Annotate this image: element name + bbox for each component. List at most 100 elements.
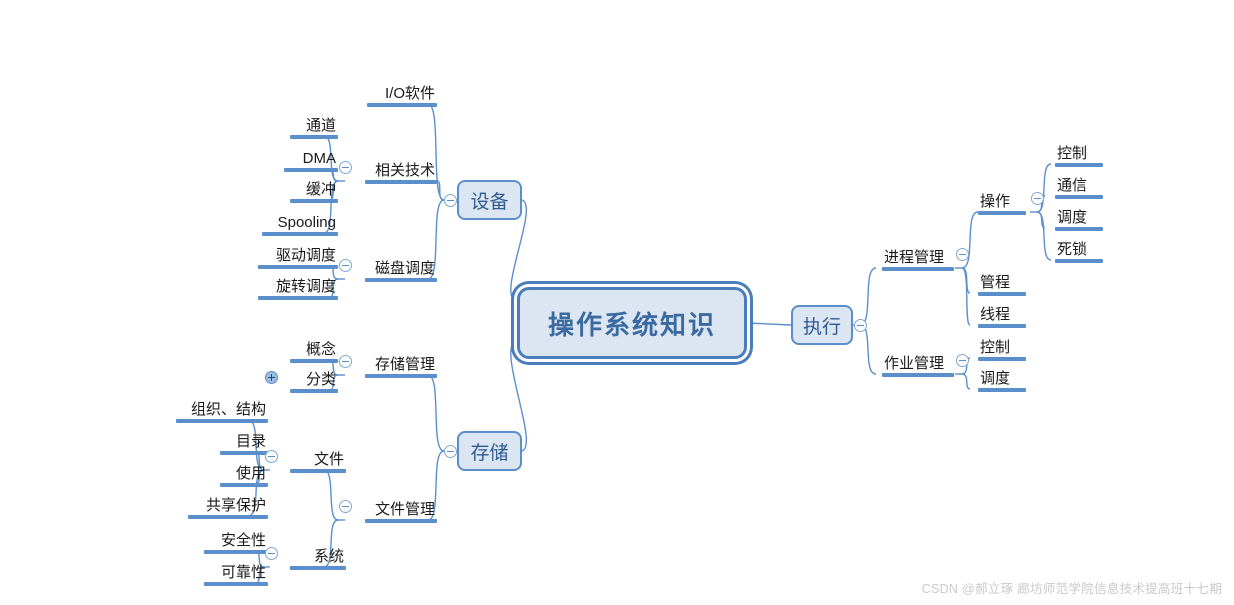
node-underline (365, 179, 437, 184)
node-underline (1055, 194, 1103, 199)
node-underline (978, 291, 1026, 296)
toggle-collapse-wenjian-guanli[interactable] (339, 500, 352, 513)
node-tongdao[interactable]: 通道 (290, 118, 338, 139)
node-zuzhi-jiegou-label: 组织、结构 (190, 401, 266, 418)
node-caozuo-label: 操作 (980, 193, 1011, 210)
node-underline (365, 373, 437, 378)
node-underline (220, 482, 268, 487)
node-guancheng[interactable]: 管程 (978, 275, 1026, 296)
node-diaodu-process-label: 调度 (1057, 209, 1088, 226)
node-kongzhi-job-label: 控制 (980, 339, 1011, 356)
node-spooling-label: Spooling (277, 214, 336, 231)
branch-node-shebei[interactable]: 设备 (457, 180, 522, 220)
node-zuzhi-jiegou[interactable]: 组织、结构 (176, 402, 268, 423)
branch-node-cunchu-label: 存储 (470, 442, 509, 464)
node-underline (262, 231, 338, 236)
node-zuoye-guanli[interactable]: 作业管理 (882, 356, 954, 377)
node-underline (1055, 226, 1103, 231)
node-jincheng-guanli[interactable]: 进程管理 (882, 250, 954, 271)
branch-node-zhixing[interactable]: 执行 (791, 305, 853, 345)
node-qudong-diaodu[interactable]: 驱动调度 (258, 248, 338, 269)
node-wenjian[interactable]: 文件 (290, 452, 346, 473)
node-shiyong-label: 使用 (235, 465, 266, 482)
branch-node-shebei-label: 设备 (470, 191, 509, 213)
node-wenjian-guanli[interactable]: 文件管理 (365, 502, 437, 523)
node-shiyong[interactable]: 使用 (220, 466, 268, 487)
node-underline (882, 372, 954, 377)
node-kongzhi-job[interactable]: 控制 (978, 340, 1026, 361)
node-diaodu-process[interactable]: 调度 (1055, 210, 1103, 231)
node-underline (258, 264, 338, 269)
node-cunchu-guanli[interactable]: 存储管理 (365, 357, 437, 378)
node-underline (367, 102, 437, 107)
node-underline (204, 549, 268, 554)
node-io-software[interactable]: I/O软件 (367, 86, 437, 107)
node-fenlei-label: 分类 (305, 371, 336, 388)
node-tongxin-label: 通信 (1057, 177, 1088, 194)
node-underline (1055, 258, 1103, 263)
node-tongxin[interactable]: 通信 (1055, 178, 1103, 199)
node-fenlei[interactable]: 分类 (290, 372, 338, 393)
node-gainian[interactable]: 概念 (290, 342, 338, 363)
node-underline (290, 134, 338, 139)
node-sisuo-label: 死锁 (1057, 241, 1088, 258)
node-kekaoxing-label: 可靠性 (220, 564, 266, 581)
node-underline (978, 323, 1026, 328)
toggle-collapse-jincheng-guanli[interactable] (956, 248, 969, 261)
node-kongzhi-process-label: 控制 (1057, 145, 1088, 162)
node-underline (188, 514, 268, 519)
node-underline (978, 356, 1026, 361)
branch-node-cunchu[interactable]: 存储 (457, 431, 522, 471)
toggle-collapse-xitong[interactable] (265, 547, 278, 560)
node-underline (290, 468, 346, 473)
node-underline (176, 418, 268, 423)
node-xitong[interactable]: 系统 (290, 549, 346, 570)
node-xuanzhuan-diaodu[interactable]: 旋转调度 (258, 279, 338, 300)
node-xuanzhuan-diaodu-label: 旋转调度 (275, 278, 336, 295)
node-dma-label: DMA (302, 150, 336, 167)
node-huanchong[interactable]: 缓冲 (290, 182, 338, 203)
node-huanchong-label: 缓冲 (305, 181, 336, 198)
toggle-collapse-xiangguan-jishu[interactable] (339, 161, 352, 174)
node-xiancheng[interactable]: 线程 (978, 307, 1026, 328)
node-underline (220, 450, 268, 455)
watermark-text: CSDN @郝立琢 廊坊师范学院信息技术提高班十七期 (921, 582, 1222, 596)
node-underline (365, 277, 437, 282)
node-underline (365, 518, 437, 523)
node-underline (258, 295, 338, 300)
root-node[interactable]: 操作系统知识 (517, 287, 747, 359)
toggle-collapse-cunchu-guanli[interactable] (339, 355, 352, 368)
node-underline (978, 387, 1026, 392)
node-dma[interactable]: DMA (284, 151, 338, 172)
node-xiangguan-jishu[interactable]: 相关技术 (365, 163, 437, 184)
node-io-software-label: I/O软件 (384, 85, 435, 102)
node-anquanxing[interactable]: 安全性 (204, 533, 268, 554)
toggle-expand-fenlei[interactable] (265, 371, 278, 384)
toggle-collapse-zuoye-guanli[interactable] (956, 354, 969, 367)
branch-node-zhixing-label: 执行 (802, 316, 841, 338)
toggle-collapse-cunchu[interactable] (444, 445, 457, 458)
node-cunchu-guanli-label: 存储管理 (374, 356, 435, 373)
toggle-collapse-zhixing[interactable] (854, 319, 867, 332)
toggle-collapse-wenjian[interactable] (265, 450, 278, 463)
node-zuoye-guanli-label: 作业管理 (884, 355, 945, 372)
node-underline (290, 565, 346, 570)
node-xitong-label: 系统 (313, 548, 344, 565)
node-diaodu-job[interactable]: 调度 (978, 371, 1026, 392)
node-xiancheng-label: 线程 (980, 306, 1011, 323)
node-underline (290, 198, 338, 203)
toggle-collapse-caozuo[interactable] (1031, 192, 1044, 205)
node-cipan-diaodu[interactable]: 磁盘调度 (365, 261, 437, 282)
toggle-collapse-shebei[interactable] (444, 194, 457, 207)
node-caozuo[interactable]: 操作 (978, 194, 1026, 215)
node-kongzhi-process[interactable]: 控制 (1055, 146, 1103, 167)
node-tongdao-label: 通道 (305, 117, 336, 134)
toggle-collapse-cipan-diaodu[interactable] (339, 259, 352, 272)
node-kekaoxing[interactable]: 可靠性 (204, 565, 268, 586)
node-spooling[interactable]: Spooling (262, 215, 338, 236)
node-gongxiang-baohu[interactable]: 共享保护 (188, 498, 268, 519)
node-sisuo[interactable]: 死锁 (1055, 242, 1103, 263)
node-anquanxing-label: 安全性 (220, 532, 266, 549)
node-mulu[interactable]: 目录 (220, 434, 268, 455)
node-guancheng-label: 管程 (980, 274, 1011, 291)
